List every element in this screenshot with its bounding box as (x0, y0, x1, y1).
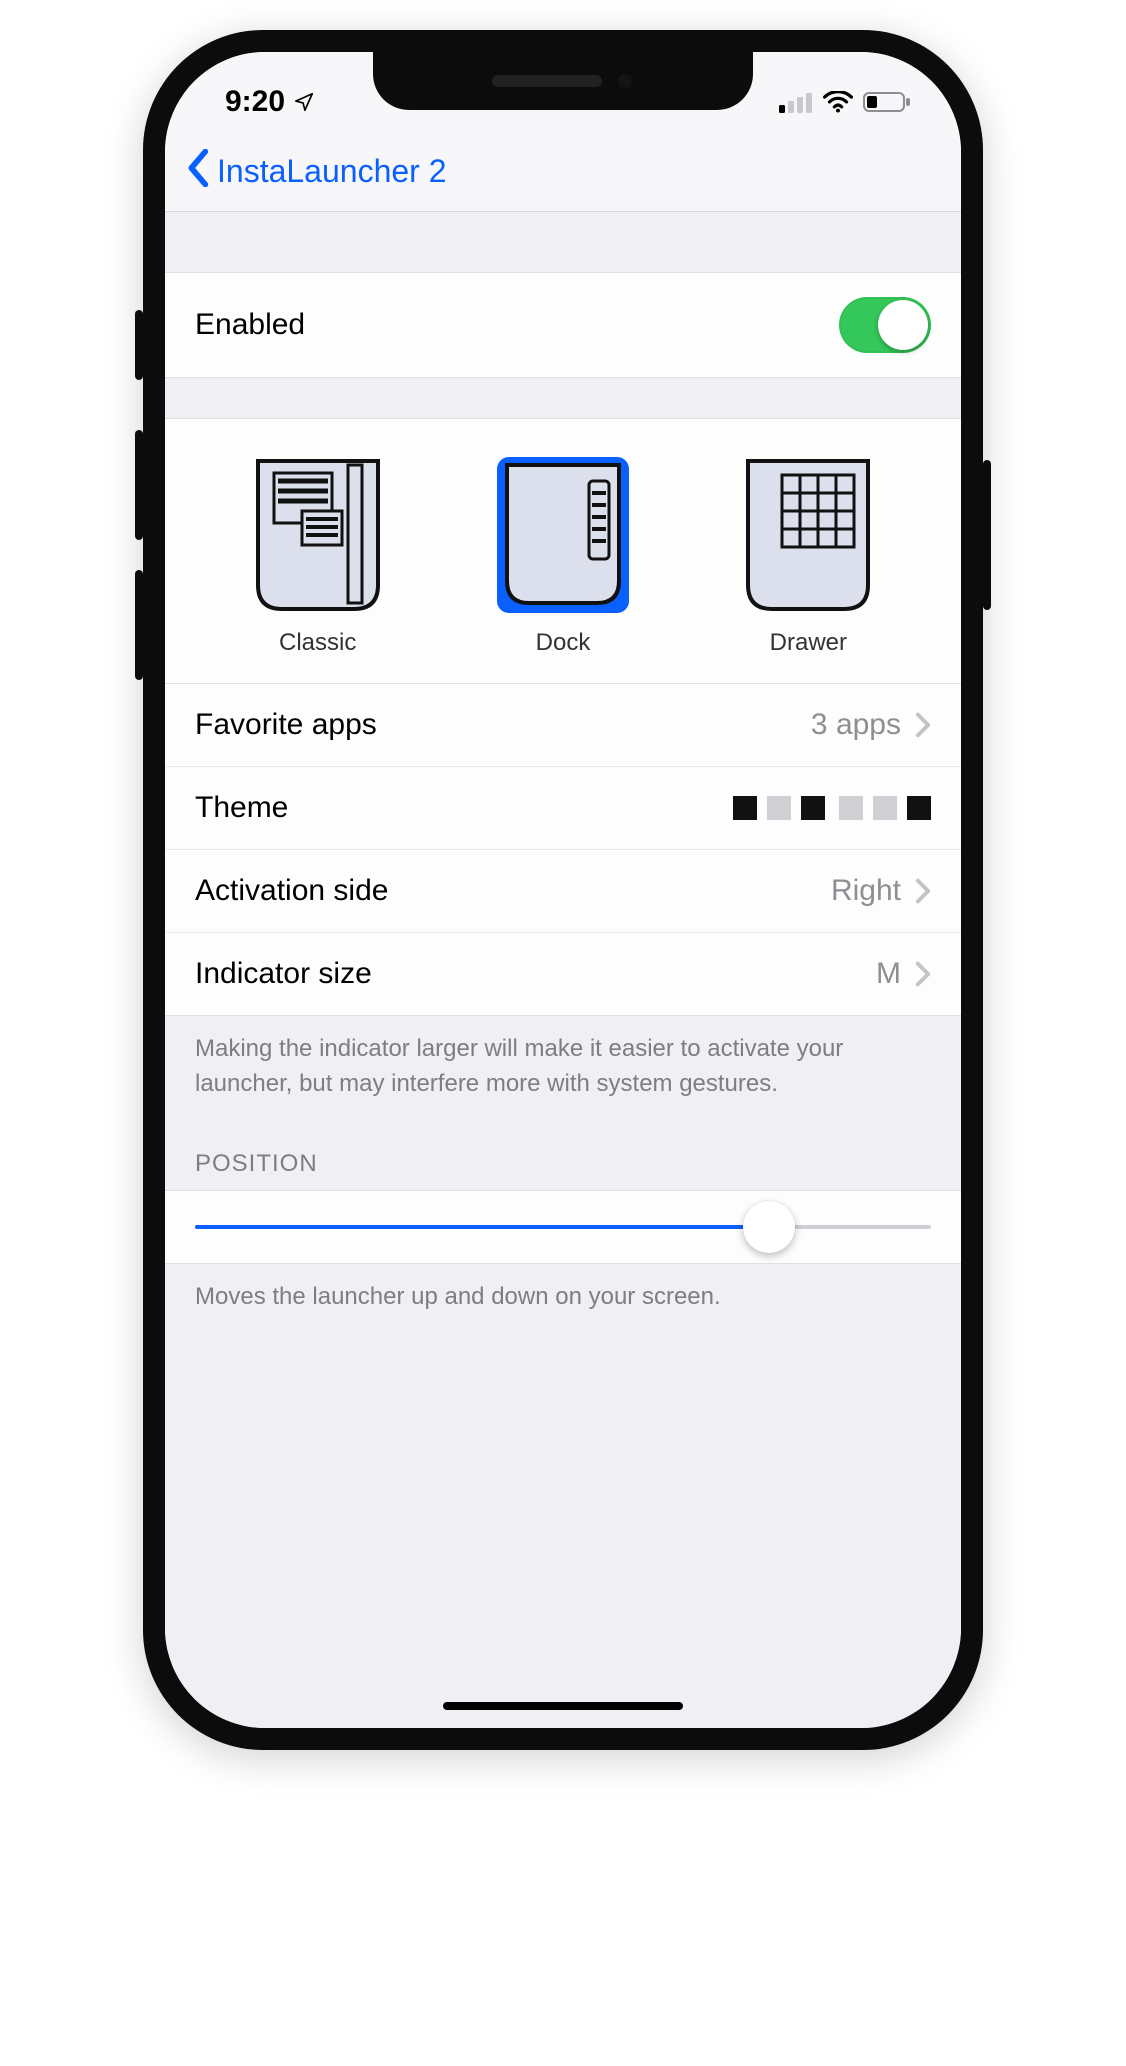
activation-side-value: Right (831, 874, 901, 908)
style-option-drawer[interactable]: Drawer (738, 455, 878, 657)
indicator-size-row[interactable]: Indicator size M (165, 933, 961, 1016)
indicator-size-value: M (876, 957, 901, 991)
status-time: 9:20 (225, 85, 285, 119)
style-option-dock[interactable]: Dock (493, 455, 633, 657)
phone-power-button (983, 460, 991, 610)
battery-icon (863, 91, 911, 113)
phone-mute-switch (135, 310, 143, 380)
dock-icon (493, 455, 633, 615)
favorite-apps-value: 3 apps (811, 708, 901, 742)
style-label: Dock (536, 629, 591, 657)
favorite-apps-label: Favorite apps (195, 708, 377, 742)
back-label: InstaLauncher 2 (217, 153, 447, 190)
slider-thumb[interactable] (743, 1201, 795, 1253)
indicator-footer: Making the indicator larger will make it… (165, 1016, 961, 1110)
classic-icon (248, 455, 388, 615)
chevron-right-icon (915, 878, 931, 904)
drawer-icon (738, 455, 878, 615)
phone-volume-up (135, 430, 143, 540)
style-option-classic[interactable]: Classic (248, 455, 388, 657)
phone-frame: 9:20 (143, 30, 983, 1750)
position-slider[interactable] (195, 1225, 931, 1229)
settings-group: Favorite apps 3 apps Theme (165, 683, 961, 1016)
theme-swatches (733, 796, 931, 820)
wifi-icon (823, 91, 853, 113)
notch (373, 52, 753, 110)
activation-side-row[interactable]: Activation side Right (165, 850, 961, 933)
indicator-size-label: Indicator size (195, 957, 372, 991)
activation-side-label: Activation side (195, 874, 388, 908)
screen: 9:20 (165, 52, 961, 1728)
front-camera (616, 72, 634, 90)
theme-swatch-dark (733, 796, 825, 820)
toggle-knob (878, 300, 928, 350)
content: Enabled (165, 212, 961, 1728)
status-right (779, 91, 911, 113)
nav-bar: InstaLauncher 2 (165, 132, 961, 212)
slider-fill (195, 1225, 769, 1229)
style-label: Drawer (770, 629, 847, 657)
status-left: 9:20 (225, 85, 315, 119)
chevron-right-icon (915, 961, 931, 987)
theme-label: Theme (195, 791, 288, 825)
style-chooser: Classic (165, 418, 961, 684)
cellular-icon (779, 91, 813, 113)
enabled-toggle[interactable] (839, 297, 931, 353)
chevron-right-icon (915, 712, 931, 738)
position-header: POSITION (165, 1110, 961, 1190)
chevron-left-icon (185, 149, 213, 195)
speaker-grille (492, 75, 602, 87)
position-slider-row[interactable] (165, 1190, 961, 1264)
back-button[interactable]: InstaLauncher 2 (185, 149, 447, 195)
style-label: Classic (279, 629, 356, 657)
theme-row[interactable]: Theme (165, 767, 961, 850)
enabled-label: Enabled (195, 308, 305, 342)
location-icon (293, 91, 315, 113)
home-indicator[interactable] (443, 1702, 683, 1710)
enabled-row[interactable]: Enabled (165, 272, 961, 378)
phone-volume-down (135, 570, 143, 680)
favorite-apps-row[interactable]: Favorite apps 3 apps (165, 684, 961, 767)
position-footer: Moves the launcher up and down on your s… (165, 1264, 961, 1323)
theme-swatch-light (839, 796, 931, 820)
